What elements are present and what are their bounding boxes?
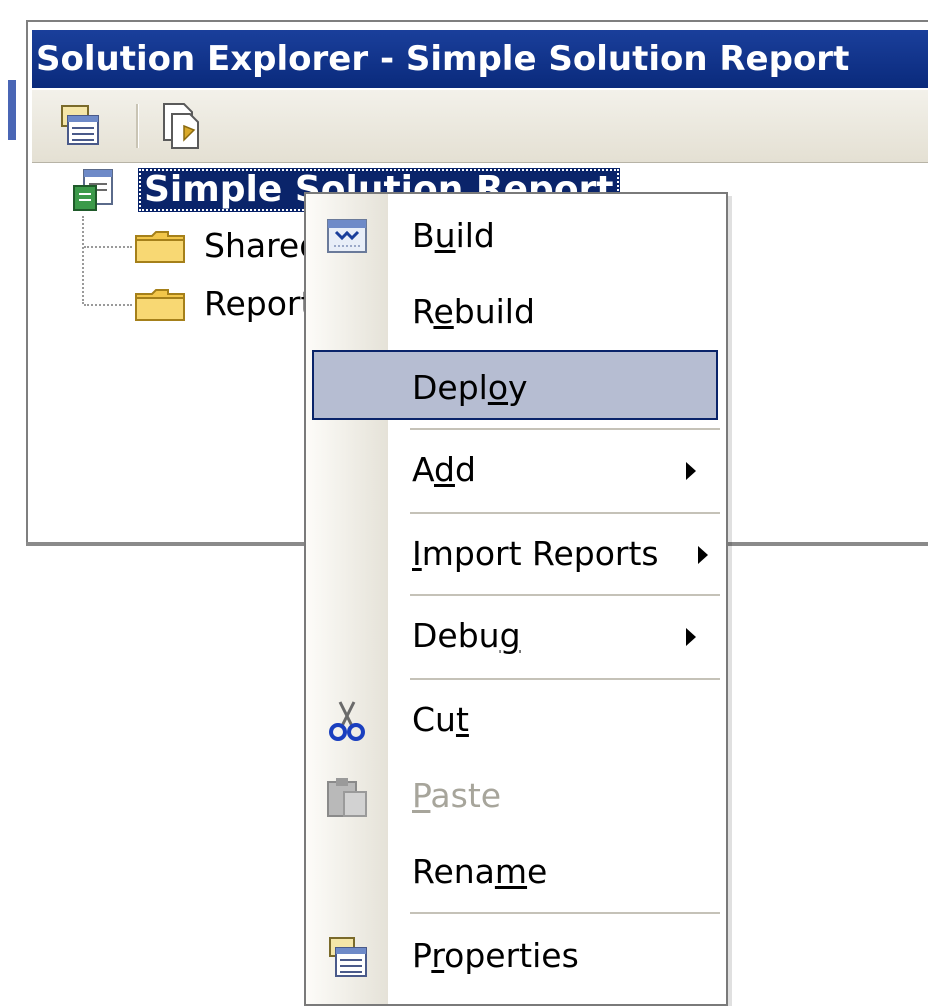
menu-item-label: Properties xyxy=(412,936,579,975)
tree-line xyxy=(84,304,132,306)
background-edge xyxy=(0,0,22,994)
menu-item-label: Build xyxy=(412,216,495,255)
menu-item-label: Cut xyxy=(412,700,469,739)
menu-item-cut[interactable]: Cut xyxy=(306,684,726,756)
menu-item-properties[interactable]: Properties xyxy=(306,920,726,992)
menu-item-build[interactable]: Build xyxy=(306,200,726,272)
menu-separator xyxy=(410,594,720,596)
menu-separator xyxy=(410,512,720,514)
solution-icon xyxy=(70,168,120,218)
tree-line xyxy=(82,216,84,304)
menu-item-rename[interactable]: Rename xyxy=(306,836,726,908)
menu-item-paste[interactable]: Paste xyxy=(306,760,726,832)
menu-separator xyxy=(410,912,720,914)
submenu-arrow-icon xyxy=(686,628,696,646)
submenu-arrow-icon xyxy=(698,546,708,564)
menu-item-deploy[interactable]: Deploy xyxy=(306,352,726,424)
background-window-edge xyxy=(8,80,16,140)
context-menu: Build Rebuild Deploy Add Import Reports … xyxy=(304,192,728,1006)
show-all-files-icon[interactable] xyxy=(154,100,206,152)
cut-icon xyxy=(324,698,370,744)
menu-item-label: Deploy xyxy=(412,368,528,407)
menu-item-label: Rename xyxy=(412,852,548,891)
menu-item-debug[interactable]: Debug xyxy=(306,600,726,672)
properties-icon xyxy=(324,934,370,980)
menu-item-label: Import Reports xyxy=(412,534,659,573)
menu-separator xyxy=(410,678,720,680)
menu-item-label: Debug xyxy=(412,616,521,655)
properties-icon[interactable] xyxy=(54,100,106,152)
menu-item-add[interactable]: Add xyxy=(306,434,726,506)
folder-icon xyxy=(134,288,186,326)
build-icon xyxy=(324,214,370,260)
toolbar-separator xyxy=(136,104,139,148)
menu-item-label: Paste xyxy=(412,776,502,815)
menu-item-rebuild[interactable]: Rebuild xyxy=(306,276,726,348)
tree-line xyxy=(84,246,132,248)
menu-item-label: Add xyxy=(412,450,476,489)
paste-icon xyxy=(324,774,370,820)
panel-toolbar xyxy=(32,90,928,163)
panel-title: Solution Explorer - Simple Solution Repo… xyxy=(32,30,928,88)
menu-item-import-reports[interactable]: Import Reports xyxy=(306,518,726,590)
menu-item-label: Rebuild xyxy=(412,292,535,331)
menu-separator xyxy=(410,428,720,430)
submenu-arrow-icon xyxy=(686,462,696,480)
folder-icon xyxy=(134,230,186,268)
